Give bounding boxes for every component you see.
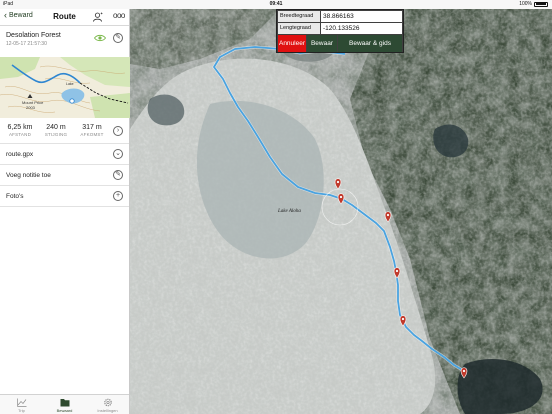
tab-settings[interactable]: Instellingen <box>86 395 129 414</box>
tab-trip[interactable]: Trip <box>0 395 43 414</box>
battery-indicator: 100% <box>519 1 548 7</box>
chevron-right-icon[interactable]: › <box>113 126 123 136</box>
ascent-label: STIJGING <box>44 132 68 137</box>
photos-row[interactable]: Foto's + <box>0 186 129 207</box>
latitude-field[interactable]: 38.866163 <box>321 11 402 22</box>
lake-aloha-label: Lake Aloha <box>277 209 301 214</box>
note-row[interactable]: Voeg notitie toe ✎ <box>0 165 129 186</box>
folder-icon <box>60 399 69 407</box>
descent-label: AFKOMST <box>80 132 104 137</box>
file-row[interactable]: route.gpx ⌄ <box>0 144 129 165</box>
visibility-icon[interactable] <box>94 34 106 42</box>
distance-label: AFSTAND <box>8 132 32 137</box>
tab-saved[interactable]: Bewaard <box>43 395 86 414</box>
trip-chart-icon <box>16 398 26 407</box>
route-thumbnail[interactable]: Mount Price 2003 Lake <box>0 57 130 118</box>
tab-bar: Trip Bewaard Instellingen <box>0 394 129 414</box>
longitude-field[interactable]: -120.133526 <box>321 23 402 34</box>
latitude-row: Breedtegraad 38.866163 <box>278 11 402 22</box>
tab-trip-label: Trip <box>18 408 25 413</box>
battery-icon <box>534 1 548 7</box>
peak-elevation: 2003 <box>26 105 36 110</box>
track-header: Desolation Forest 12-05-17 21:57:30 ✎ <box>0 26 129 57</box>
satellite-map[interactable]: Lake Aloha <box>130 9 552 414</box>
coordinate-actions: Annuleer Bewaar Bewaar & gids <box>278 35 402 52</box>
longitude-row: Lengtegraad -120.133526 <box>278 23 402 34</box>
topo-map-image: Mount Price 2003 Lake <box>0 57 130 118</box>
add-note-label: Voeg notitie toe <box>6 172 51 179</box>
photos-label: Foto's <box>6 193 24 200</box>
plus-icon[interactable]: + <box>113 191 123 201</box>
gear-icon <box>103 398 112 407</box>
tab-saved-label: Bewaard <box>56 408 73 413</box>
person-icon[interactable] <box>92 12 103 22</box>
pencil-icon[interactable]: ✎ <box>113 170 123 180</box>
coordinate-panel: Breedtegraad 38.866163 Lengtegraad -120.… <box>276 9 404 53</box>
back-label: Beward <box>9 12 33 19</box>
status-bar: iPad 09:41 100% <box>0 0 552 9</box>
battery-percent: 100% <box>519 1 532 7</box>
edit-icon[interactable]: ✎ <box>113 33 123 43</box>
chevron-down-icon[interactable]: ⌄ <box>113 149 123 159</box>
latitude-label: Breedtegraad <box>278 11 320 22</box>
save-button[interactable]: Bewaar <box>307 35 337 52</box>
clock: 09:41 <box>269 1 283 7</box>
stat-descent: 317 m AFKOMST <box>77 124 107 137</box>
more-icon[interactable]: ooo <box>113 12 125 22</box>
save-and-guide-button[interactable]: Bewaar & gids <box>338 35 402 52</box>
longitude-label: Lengtegraad <box>278 23 320 34</box>
stat-distance: 6,25 km AFSTAND <box>5 124 35 137</box>
ascent-value: 240 m <box>46 124 66 131</box>
cancel-button[interactable]: Annuleer <box>278 35 306 52</box>
distance-value: 6,25 km <box>7 124 33 131</box>
satellite-imagery: Lake Aloha <box>130 9 552 414</box>
thumb-lake-label: Lake <box>66 82 74 86</box>
tab-settings-label: Instellingen <box>97 408 118 413</box>
nav-bar: ‹ Beward Route ooo <box>0 9 129 26</box>
track-stats: 6,25 km AFSTAND 240 m STIJGING 317 m AFK… <box>0 118 129 144</box>
stat-ascent: 240 m STIJGING <box>41 124 71 137</box>
back-button[interactable]: ‹ Beward <box>4 10 33 20</box>
descent-value: 317 m <box>82 124 102 131</box>
file-name: route.gpx <box>6 151 34 158</box>
chevron-left-icon: ‹ <box>4 10 7 20</box>
sidebar: ‹ Beward Route ooo Desolation Forest 12-… <box>0 9 130 414</box>
